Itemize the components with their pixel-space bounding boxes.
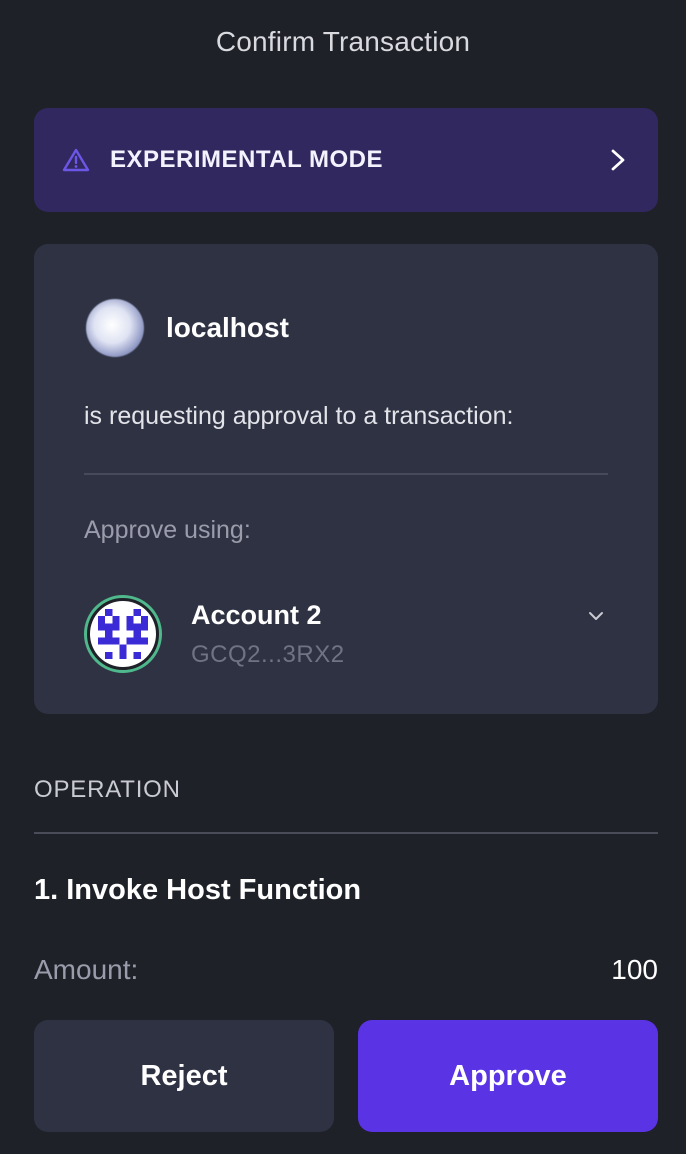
experimental-mode-banner[interactable]: EXPERIMENTAL MODE [34, 108, 658, 212]
reject-button[interactable]: Reject [34, 1020, 334, 1132]
chevron-right-icon [606, 148, 630, 172]
divider [84, 473, 608, 475]
request-message: is requesting approval to a transaction: [84, 402, 514, 430]
warning-triangle-icon [62, 145, 92, 175]
account-info: Account 2 GCQ2...3RX2 [191, 600, 345, 669]
amount-row: Amount: 100 [34, 954, 658, 986]
amount-value: 100 [611, 954, 658, 985]
approve-using-label: Approve using: [84, 516, 251, 544]
divider [34, 832, 658, 834]
identicon-icon [90, 601, 156, 667]
account-name: Account 2 [191, 599, 322, 630]
account-avatar [84, 595, 162, 673]
site-name: localhost [166, 312, 289, 343]
operation-section-label: OPERATION [34, 776, 181, 803]
account-address: GCQ2...3RX2 [191, 640, 345, 668]
request-card: localhost is requesting approval to a tr… [34, 244, 658, 714]
chevron-down-icon[interactable] [586, 606, 606, 626]
amount-label: Amount: [34, 954, 139, 985]
page-title: Confirm Transaction [215, 26, 471, 57]
account-selector[interactable]: Account 2 GCQ2...3RX2 [84, 594, 608, 674]
confirm-transaction-page: Confirm Transaction EXPERIMENTAL MODE lo… [0, 0, 686, 1154]
operation-title: 1. Invoke Host Function [34, 874, 362, 906]
experimental-mode-label: EXPERIMENTAL MODE [110, 146, 383, 173]
approve-button[interactable]: Approve [358, 1020, 658, 1132]
site-row: localhost [86, 299, 289, 357]
site-favicon-icon [86, 299, 144, 357]
